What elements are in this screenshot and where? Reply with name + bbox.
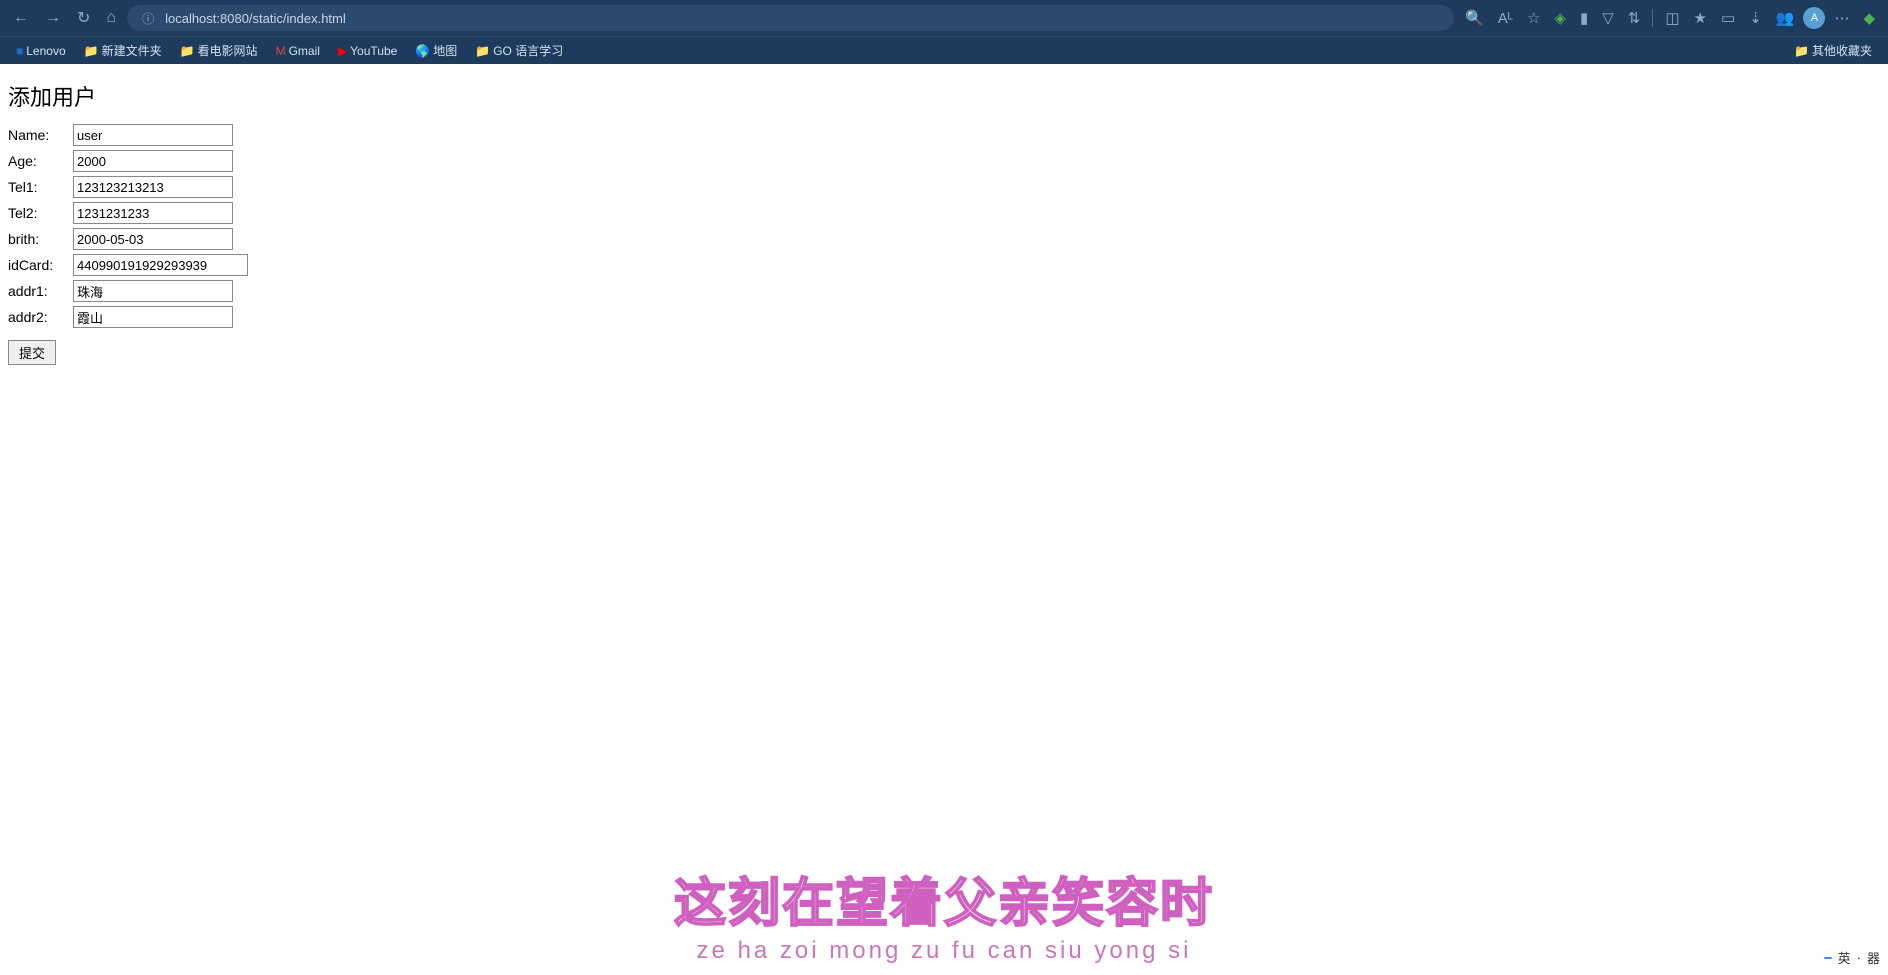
go-folder-icon: 📁 bbox=[475, 44, 490, 58]
form-row-addr2: addr2: bbox=[8, 306, 1880, 328]
submit-button[interactable]: 提交 bbox=[8, 340, 56, 365]
tel2-input[interactable] bbox=[73, 202, 233, 224]
bookmark-youtube[interactable]: ▶ YouTube bbox=[330, 42, 405, 60]
bookmark-youtube-label: YouTube bbox=[350, 44, 397, 58]
form-row-brith: brith: bbox=[8, 228, 1880, 250]
lyrics-main-text: 这刻在望着父亲笑容时 bbox=[0, 873, 1888, 935]
gmail-icon: M bbox=[276, 44, 286, 58]
pin-icon[interactable]: ★ bbox=[1689, 6, 1712, 30]
tel2-label: Tel2: bbox=[8, 205, 73, 221]
maps-icon: 🌎 bbox=[415, 44, 430, 58]
bookmark-new-folder[interactable]: 📁 新建文件夹 bbox=[76, 40, 170, 61]
addr2-input[interactable] bbox=[73, 306, 233, 328]
menu2-icon[interactable]: ▽ bbox=[1597, 6, 1619, 30]
divider-1 bbox=[1652, 9, 1653, 27]
video-icon[interactable]: ▮ bbox=[1575, 6, 1593, 30]
lyrics-overlay: 这刻在望着父亲笑容时 ze ha zoi mong zu fu can siu … bbox=[0, 873, 1888, 975]
address-bar[interactable]: ⓘ localhost:8080/static/index.html bbox=[127, 5, 1454, 31]
info-icon: ⓘ bbox=[137, 7, 159, 30]
bookmarks-bar: ■ Lenovo 📁 新建文件夹 📁 看电影网站 M Gmail ▶ YouTu… bbox=[0, 36, 1888, 64]
star-icon[interactable]: ☆ bbox=[1522, 6, 1545, 30]
movie-icon: 📁 bbox=[180, 44, 195, 58]
bookmark-maps[interactable]: 🌎 地图 bbox=[407, 40, 465, 61]
url-text: localhost:8080/static/index.html bbox=[165, 11, 1444, 26]
bookmark-other-label: 其他收藏夹 bbox=[1812, 42, 1872, 59]
ime-blue-icon bbox=[1824, 957, 1832, 959]
form-row-tel1: Tel1: bbox=[8, 176, 1880, 198]
forward-button[interactable]: → bbox=[40, 7, 66, 29]
brith-label: brith: bbox=[8, 231, 73, 247]
people-icon[interactable]: 👥 bbox=[1771, 6, 1800, 30]
addr1-input[interactable] bbox=[73, 280, 233, 302]
more-icon[interactable]: ⋯ bbox=[1829, 6, 1854, 30]
form-row-addr1: addr1: bbox=[8, 280, 1880, 302]
tel1-input[interactable] bbox=[73, 176, 233, 198]
lenovo-icon: ■ bbox=[16, 44, 23, 58]
form-row-idcard: idCard: bbox=[8, 254, 1880, 276]
bookmark-lenovo[interactable]: ■ Lenovo bbox=[8, 42, 74, 60]
idcard-label: idCard: bbox=[8, 257, 73, 273]
name-input[interactable] bbox=[73, 124, 233, 146]
back-button[interactable]: ← bbox=[8, 7, 34, 29]
addr2-label: addr2: bbox=[8, 309, 73, 325]
collection-icon[interactable]: ▭ bbox=[1716, 6, 1740, 30]
status-bar: 英 · 器 bbox=[1824, 948, 1880, 967]
form-row-tel2: Tel2: bbox=[8, 202, 1880, 224]
form-row-submit: 提交 bbox=[8, 332, 1880, 365]
addr1-label: addr1: bbox=[8, 283, 73, 299]
download-icon[interactable]: ⇣ bbox=[1744, 6, 1767, 30]
shield-icon[interactable]: ◈ bbox=[1549, 6, 1571, 30]
toolbar-icons: 🔍 Aᴸ ☆ ◈ ▮ ▽ ⇅ ◫ ★ ▭ ⇣ 👥 A ⋯ ◆ bbox=[1460, 6, 1880, 30]
ime-dots: · bbox=[1857, 950, 1861, 965]
age-input[interactable] bbox=[73, 150, 233, 172]
name-label: Name: bbox=[8, 127, 73, 143]
bookmark-other[interactable]: 📁 其他收藏夹 bbox=[1786, 40, 1880, 61]
youtube-icon: ▶ bbox=[338, 44, 347, 58]
age-label: Age: bbox=[8, 153, 73, 169]
avatar-icon[interactable]: A bbox=[1803, 7, 1825, 29]
bookmark-gmail[interactable]: M Gmail bbox=[268, 42, 328, 60]
translate-icon[interactable]: Aᴸ bbox=[1493, 7, 1518, 30]
bookmark-movie[interactable]: 📁 看电影网站 bbox=[172, 40, 266, 61]
other-folder-icon: 📁 bbox=[1794, 44, 1809, 58]
bookmark-go[interactable]: 📁 GO 语言学习 bbox=[467, 40, 571, 61]
browser-chrome: ← → ↻ ⌂ ⓘ localhost:8080/static/index.ht… bbox=[0, 0, 1888, 64]
form-row-age: Age: bbox=[8, 150, 1880, 172]
refresh-button[interactable]: ↻ bbox=[72, 6, 95, 30]
zoom-icon[interactable]: 🔍 bbox=[1460, 6, 1489, 30]
brith-input[interactable] bbox=[73, 228, 233, 250]
bookmark-movie-label: 看电影网站 bbox=[198, 42, 258, 59]
tel1-label: Tel1: bbox=[8, 179, 73, 195]
idcard-input[interactable] bbox=[73, 254, 248, 276]
lyrics-phonetic-text: ze ha zoi mong zu fu can siu yong si bbox=[0, 937, 1888, 965]
ime-lang-icon: 英 bbox=[1838, 948, 1851, 967]
sync-icon[interactable]: ⇅ bbox=[1623, 6, 1646, 30]
bookmark-maps-label: 地图 bbox=[433, 42, 457, 59]
folder-icon-1: 📁 bbox=[84, 44, 99, 58]
home-button[interactable]: ⌂ bbox=[101, 7, 121, 29]
page-content: 添加用户 Name: Age: Tel1: Tel2: brith: idCar… bbox=[0, 64, 1888, 875]
form-row-name: Name: bbox=[8, 124, 1880, 146]
browser-toolbar: ← → ↻ ⌂ ⓘ localhost:8080/static/index.ht… bbox=[0, 0, 1888, 36]
bookmark-gmail-label: Gmail bbox=[289, 44, 320, 58]
extension-icon[interactable]: ◆ bbox=[1858, 6, 1880, 30]
ime-settings-icon: 器 bbox=[1867, 948, 1880, 967]
bookmark-go-label: GO 语言学习 bbox=[493, 42, 563, 59]
bookmark-new-folder-label: 新建文件夹 bbox=[102, 42, 162, 59]
page-title: 添加用户 bbox=[8, 80, 1880, 112]
split-icon[interactable]: ◫ bbox=[1660, 6, 1684, 30]
bookmark-lenovo-label: Lenovo bbox=[26, 44, 65, 58]
